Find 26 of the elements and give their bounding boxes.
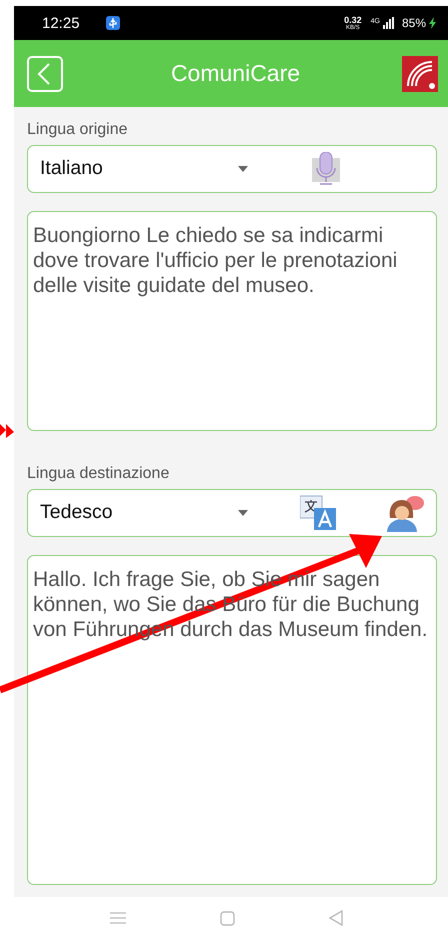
source-text-field[interactable]: Buongiorno Le chiedo se sa indicarmi dove trovare l'ufficio per le prenotazioni delle visite guidate del museo. (27, 210, 437, 431)
back-icon[interactable] (27, 56, 63, 92)
person-speech-icon[interactable] (384, 494, 424, 532)
dropdown-caret-icon (238, 166, 248, 172)
translate-icon[interactable] (300, 494, 338, 532)
language-dropdown[interactable]: Tedesco (27, 488, 437, 537)
annotation-arrow (0, 424, 14, 438)
network-speed: 0.32 (344, 16, 362, 24)
charging-icon (429, 17, 436, 29)
selected-language: Tedesco (40, 501, 113, 524)
app-title: ComuniCare (170, 60, 300, 87)
home-icon[interactable] (220, 910, 234, 926)
dropdown-caret-icon (238, 510, 248, 516)
clock: 12:25 (42, 14, 80, 32)
message-text: Buongiorno Le chiedo se sa indicarmi dove trovare l'ufficio per le prenotazioni delle visite guidate del museo. (33, 222, 398, 298)
field-label: Lingua origine (27, 121, 129, 139)
menu-icon[interactable] (110, 912, 126, 924)
field-label: Lingua destinazione (27, 464, 170, 483)
microphone-icon[interactable] (312, 152, 340, 186)
selected-language: Italiano (40, 157, 103, 180)
back-triangle-icon[interactable] (328, 910, 342, 926)
language-dropdown[interactable]: Italiano (27, 145, 437, 193)
usb-icon (106, 16, 120, 30)
signal-icon (382, 17, 395, 29)
app-logo-icon (402, 56, 438, 92)
battery-level: 85% (402, 16, 426, 30)
